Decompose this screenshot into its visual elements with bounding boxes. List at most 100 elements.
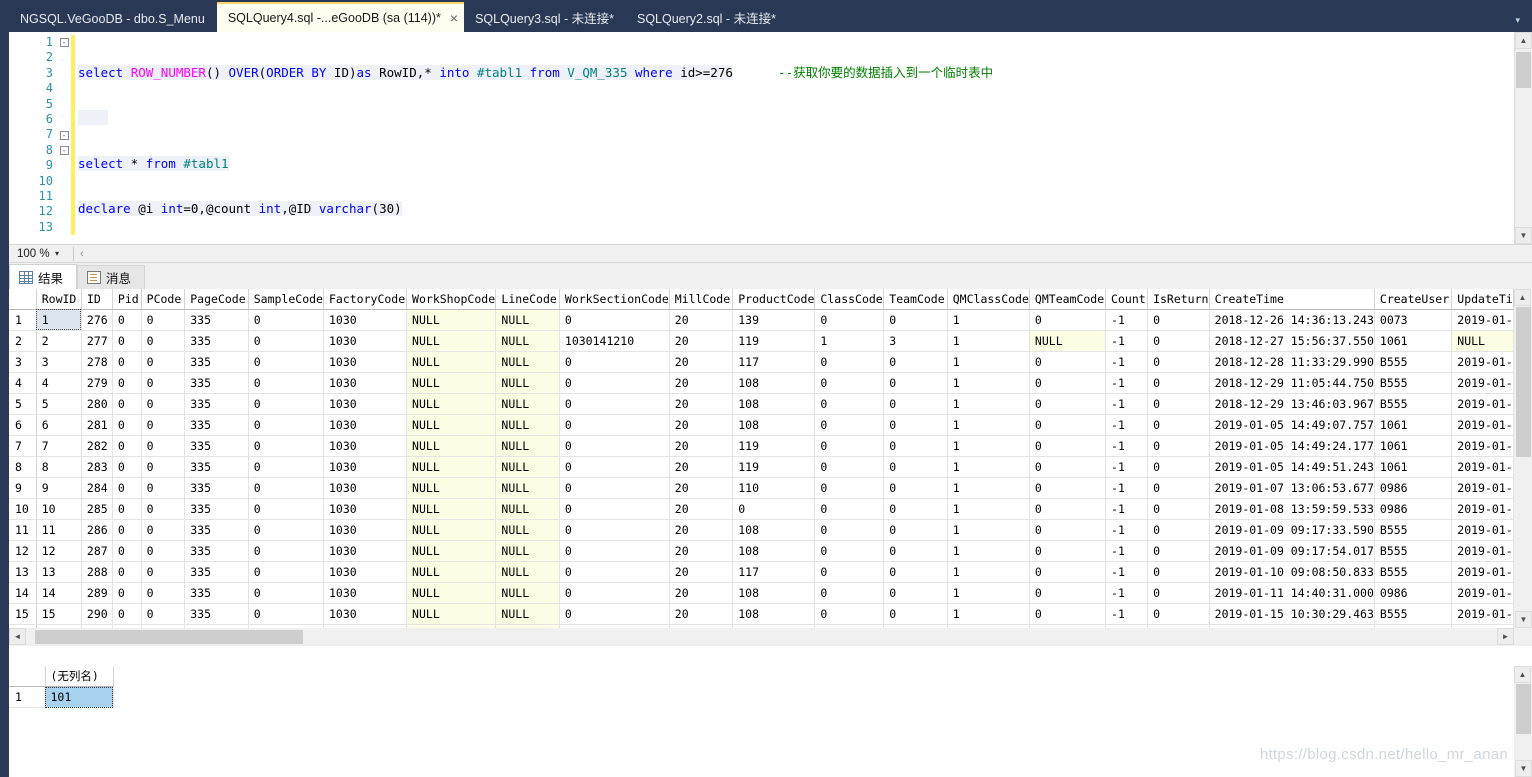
cell-qmteamcode[interactable]: 0 [1029,414,1107,436]
cell-worksectioncode[interactable]: 1030141210 [559,330,670,352]
cell-isreturn[interactable]: 0 [1147,309,1210,331]
cell-pid[interactable]: 0 [112,309,142,331]
cell-worksectioncode[interactable]: 0 [559,582,670,604]
cell-pcode[interactable]: 0 [141,372,186,394]
cell-pcode[interactable]: 0 [141,351,186,373]
editor-code-area[interactable]: select ROW_NUMBER() OVER(ORDER BY ID)as … [78,32,1514,244]
cell-qmclasscode[interactable]: 1 [947,393,1030,415]
fold-toggle-line8[interactable]: - [57,143,71,158]
cell-factorycode[interactable]: 1030 [323,519,408,541]
cell-createuser[interactable]: 0986 [1374,498,1453,520]
column-header-(无列名)[interactable]: (无列名) [45,666,114,687]
cell-millcode[interactable]: 20 [669,435,734,457]
cell-id[interactable]: 284 [81,477,113,499]
column-header-teamcode[interactable]: TeamCode [883,289,948,310]
cell-createtime[interactable]: 2018-12-26 14:36:13.243 [1209,309,1375,331]
cell-qmclasscode[interactable]: 1 [947,435,1030,457]
cell-createtime[interactable]: 2019-01-09 09:17:33.590 [1209,519,1375,541]
table-row[interactable]: 1 101 [9,686,114,708]
cell-productcode[interactable]: 119 [732,435,816,457]
row-number[interactable]: 10 [9,498,37,520]
row-number[interactable]: 6 [9,414,37,436]
cell-factorycode[interactable]: 1030 [323,603,408,625]
cell-samplecode[interactable]: 0 [248,540,324,562]
cell-samplecode[interactable]: 0 [248,435,324,457]
row-number[interactable]: 11 [9,519,37,541]
cell-worksectioncode[interactable]: 0 [559,393,670,415]
cell-samplecode[interactable]: 0 [248,330,324,352]
cell-factorycode[interactable]: 1030 [323,582,408,604]
cell-productcode[interactable]: 108 [732,582,816,604]
cell-teamcode[interactable]: 0 [883,456,948,478]
cell-worksectioncode[interactable]: 0 [559,519,670,541]
cell-pid[interactable]: 0 [112,498,142,520]
cell-updateti[interactable]: 2019-01- [1451,519,1514,541]
cell-isreturn[interactable]: 0 [1147,540,1210,562]
cell-pcode[interactable]: 0 [141,435,186,457]
table-row[interactable]: 2 2 277 0 0 335 0 1030 NULL NULL 1030141210 20 119 1 3… [9,330,1514,352]
cell-rowid[interactable]: 12 [36,540,82,562]
cell-isreturn[interactable]: 0 [1147,393,1210,415]
cell-createuser[interactable]: 0986 [1374,477,1453,499]
sql-editor[interactable]: 1 2 3 4 5 6 7 8 9 10 11 12 13 - - - sele… [0,32,1532,244]
cell-workshopcode[interactable]: NULL [406,498,497,520]
cell-pagecode[interactable]: 335 [184,351,249,373]
cell-id[interactable]: 288 [81,561,113,583]
cell-classcode[interactable]: 1 [814,330,885,352]
cell-pcode[interactable]: 0 [141,330,186,352]
cell-workshopcode[interactable]: NULL [406,351,497,373]
cell-rowid[interactable]: 7 [36,435,82,457]
cell-millcode[interactable]: 20 [669,582,734,604]
column-header-classcode[interactable]: ClassCode [814,289,885,310]
cell-pcode[interactable]: 0 [141,561,186,583]
table-row[interactable]: 7 7 282 0 0 335 0 1030 NULL NULL 0 20 119 0 0 1 0 -1 0 2019… [9,435,1514,457]
cell-workshopcode[interactable]: NULL [406,456,497,478]
cell-rowid[interactable]: 10 [36,498,82,520]
cell-pid[interactable]: 0 [112,477,142,499]
column-header-createtime[interactable]: CreateTime [1209,289,1375,310]
cell-createtime[interactable]: 2019-01-07 13:06:53.677 [1209,477,1375,499]
scroll-down-icon[interactable]: ▼ [1515,611,1532,628]
cell-linecode[interactable]: NULL [495,519,560,541]
cell-millcode[interactable]: 20 [669,603,734,625]
table-row[interactable]: 15 15 290 0 0 335 0 1030 NULL NULL 0 20 108 0 0 1 0 -1 0 20… [9,603,1514,625]
cell-factorycode[interactable]: 1030 [323,414,408,436]
tab-sqlquery3-sql[interactable]: SQLQuery3.sql - 未连接* [464,6,626,32]
column-header-factorycode[interactable]: FactoryCode [323,289,408,310]
cell-linecode[interactable]: NULL [495,477,560,499]
cell-teamcode[interactable]: 3 [883,330,948,352]
cell-productcode[interactable]: 108 [732,393,816,415]
cell-qmclasscode[interactable]: 1 [947,372,1030,394]
column-header-millcode[interactable]: MillCode [669,289,734,310]
column-header-count[interactable]: Count [1105,289,1149,310]
cell-count[interactable]: -1 [1105,393,1149,415]
tab-messages[interactable]: 消息 [77,265,146,289]
column-header-worksectioncode[interactable]: WorkSectionCode [559,289,670,310]
cell-millcode[interactable]: 20 [669,309,734,331]
cell-pagecode[interactable]: 335 [184,393,249,415]
cell-updateti[interactable]: 2019-01- [1451,603,1514,625]
cell-linecode[interactable]: NULL [495,309,560,331]
cell-qmteamcode[interactable]: 0 [1029,477,1107,499]
cell-workshopcode[interactable]: NULL [406,561,497,583]
cell-workshopcode[interactable]: NULL [406,393,497,415]
cell-worksectioncode[interactable]: 0 [559,309,670,331]
grid2-vertical-scrollbar[interactable]: ▲ ▼ [1514,666,1532,777]
table-row[interactable]: 13 13 288 0 0 335 0 1030 NULL NULL 0 20 117 0 0 1 0 -1 0 20… [9,561,1514,583]
cell-updateti[interactable]: 2019-01- [1451,351,1514,373]
cell-isreturn[interactable]: 0 [1147,519,1210,541]
cell-rowid[interactable]: 15 [36,603,82,625]
editor-scroll-up-group[interactable]: ▲ [1515,32,1532,49]
cell-qmteamcode[interactable]: 0 [1029,540,1107,562]
cell-qmteamcode[interactable]: 0 [1029,561,1107,583]
cell-createtime[interactable]: 2019-01-08 13:59:59.533 [1209,498,1375,520]
cell-qmteamcode[interactable]: 0 [1029,582,1107,604]
cell-qmteamcode[interactable]: 0 [1029,435,1107,457]
column-header-updateti[interactable]: UpdateTi [1451,289,1514,310]
cell-teamcode[interactable]: 0 [883,309,948,331]
cell-teamcode[interactable]: 0 [883,561,948,583]
cell-createuser[interactable]: 1061 [1374,414,1453,436]
cell-classcode[interactable]: 0 [814,351,885,373]
cell-id[interactable]: 286 [81,519,113,541]
cell-pagecode[interactable]: 335 [184,603,249,625]
